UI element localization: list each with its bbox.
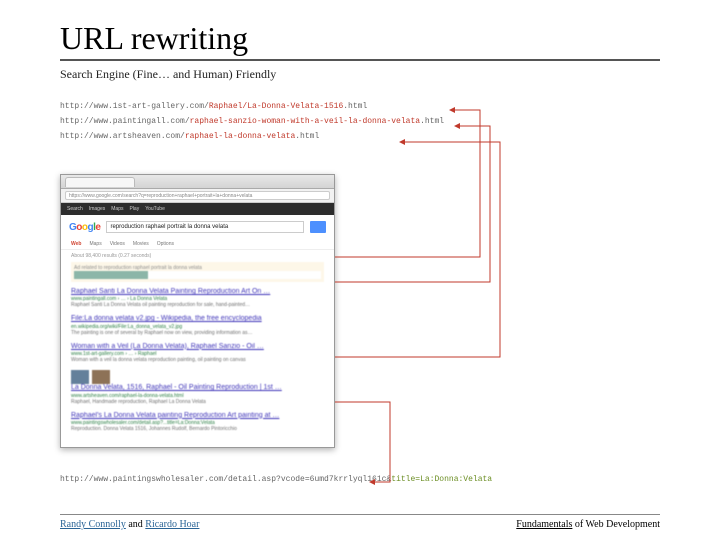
browser-addressbar: https://www.google.com/search?q=reproduc… xyxy=(61,189,334,203)
search-result-3: Woman with a Veil (La Donna Velata), Rap… xyxy=(71,343,324,363)
search-result-2: File:La donna velata v2.jpg - Wikipedia,… xyxy=(71,315,324,335)
google-logo: Google xyxy=(69,222,100,233)
browser-titlebar xyxy=(61,175,334,189)
url-example-bottom: http://www.paintingswholesaler.com/detai… xyxy=(60,475,492,484)
footer-authors: Randy Connolly and Ricardo Hoar xyxy=(60,519,199,530)
browser-tab xyxy=(65,177,135,187)
address-field: https://www.google.com/search?q=reproduc… xyxy=(65,191,330,200)
slide-footer: Randy Connolly and Ricardo Hoar Fundamen… xyxy=(60,514,660,530)
search-input: reproduction raphael portrait la donna v… xyxy=(106,221,304,233)
search-result-5: Raphael's La Donna Velata painting Repro… xyxy=(71,412,324,432)
slide-title: URL rewriting xyxy=(60,20,660,61)
slide-subtitle: Search Engine (Fine… and Human) Friendly xyxy=(60,67,660,82)
url-example-3: http://www.artsheaven.com/raphael-la-don… xyxy=(60,132,660,141)
results-list: Ad related to reproduction raphael portr… xyxy=(61,262,334,447)
browser-screenshot: https://www.google.com/search?q=reproduc… xyxy=(60,174,335,448)
search-result-1: Raphael Santi La Donna Velata Painting R… xyxy=(71,288,324,308)
url-example-1: http://www.1st-art-gallery.com/Raphael/L… xyxy=(60,102,660,111)
search-result-4: La Donna Velata, 1516, Raphael - Oil Pai… xyxy=(71,370,324,404)
content-area: http://www.1st-art-gallery.com/Raphael/L… xyxy=(60,102,660,502)
google-topbar: Search Images Maps Play YouTube xyxy=(61,203,334,215)
footer-book: Fundamentals of Web Development xyxy=(516,519,660,530)
search-button xyxy=(310,221,326,233)
google-tabs: Web Maps Videos Movies Options xyxy=(61,239,334,250)
result-count: About 98,400 results (0.27 seconds) xyxy=(61,250,334,262)
url-example-2: http://www.paintingall.com/raphael-sanzi… xyxy=(60,117,660,126)
ad-block: Ad related to reproduction raphael portr… xyxy=(71,262,324,282)
google-search-row: Google reproduction raphael portrait la … xyxy=(61,215,334,239)
